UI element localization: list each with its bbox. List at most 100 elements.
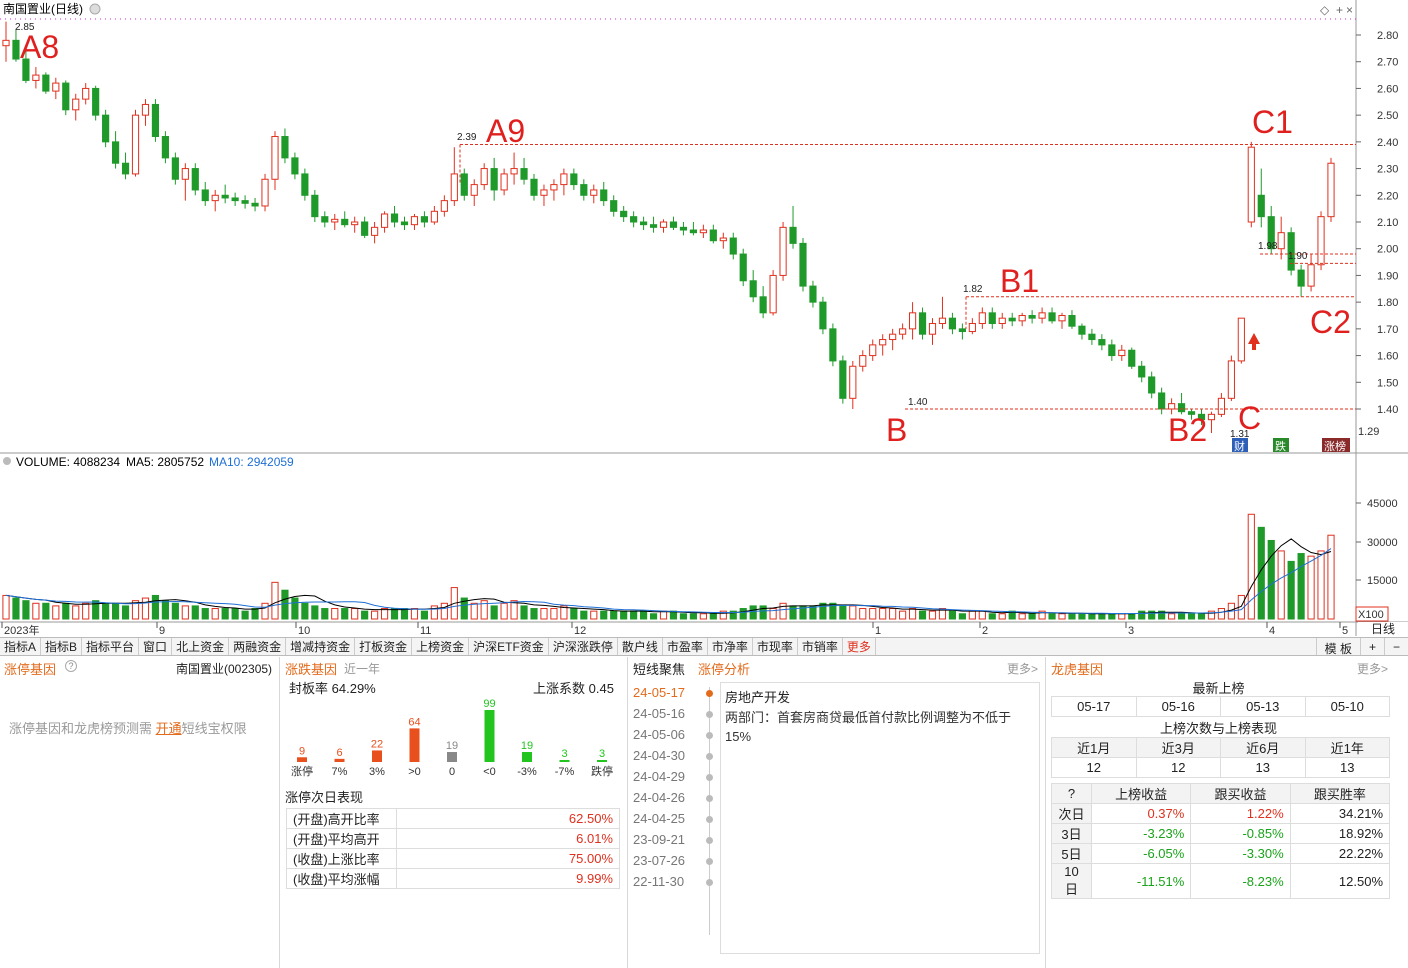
- dist-bar: [559, 760, 570, 762]
- candle-body: [640, 221, 648, 226]
- table-cell: 05-10: [1304, 696, 1390, 717]
- volume-bar: [530, 608, 538, 620]
- tab-3[interactable]: 窗口: [139, 638, 173, 655]
- tab-16[interactable]: 更多: [843, 638, 876, 655]
- date-item[interactable]: 24-04-26: [633, 790, 685, 805]
- date-item[interactable]: 24-05-16: [633, 706, 685, 721]
- candle-body: [241, 200, 249, 204]
- tab-10[interactable]: 沪深涨跌停: [549, 638, 618, 655]
- table-row: 近1月 近3月 近6月 近1年: [1051, 737, 1390, 758]
- tab-5[interactable]: 两融资金: [229, 638, 287, 655]
- performance-table: ? 上榜收益 跟买收益 跟买胜率 次日 0.37% 1.22% 34.21% 3日 -3.23% -…: [1051, 783, 1391, 899]
- candle-body: [928, 323, 937, 335]
- volume-settings-icon[interactable]: [3, 457, 11, 465]
- notice-text: 涨停基因和龙虎榜预测需: [9, 721, 156, 736]
- volume-bar: [659, 610, 668, 620]
- volume-bar: [331, 608, 339, 620]
- tab-15[interactable]: 市销率: [798, 638, 843, 655]
- volume-bar: [580, 610, 588, 620]
- volume-bar: [82, 602, 90, 620]
- date-item[interactable]: 22-11-30: [633, 874, 684, 889]
- candle-body: [600, 189, 608, 202]
- tab-11[interactable]: 散户线: [618, 638, 663, 655]
- row-label: (收盘)平均涨幅: [286, 868, 397, 889]
- candle-body: [221, 194, 229, 199]
- help-icon[interactable]: ?: [65, 660, 77, 672]
- volume-bars: [2, 513, 1335, 620]
- period-selector[interactable]: 日线: [1358, 622, 1408, 637]
- volume-bar: [649, 613, 658, 620]
- tab-1[interactable]: 指标B: [41, 638, 83, 655]
- tab-6[interactable]: 增减持资金: [286, 638, 356, 655]
- volume-bar: [600, 610, 608, 620]
- volume-bar: [640, 610, 648, 620]
- seal-rate-value: 64.29%: [331, 681, 376, 696]
- date-item[interactable]: 24-04-29: [633, 769, 685, 784]
- tab-0[interactable]: 指标A: [0, 638, 42, 655]
- tab-7[interactable]: 打板资金: [355, 638, 413, 655]
- date-item[interactable]: 23-07-26: [633, 853, 685, 868]
- candle-body: [1307, 264, 1315, 287]
- dist-value: 3: [561, 748, 567, 760]
- diamond-icon[interactable]: ◇: [1320, 3, 1330, 17]
- tab-controls: 模 板 + −: [1315, 638, 1408, 656]
- tab-2[interactable]: 指标平台: [82, 638, 140, 655]
- panel4-title: 龙虎基因: [1051, 662, 1104, 677]
- volume-tick: 30000: [1367, 537, 1398, 549]
- date-item[interactable]: 24-04-30: [633, 748, 685, 763]
- candle-body: [520, 168, 528, 180]
- tab-control-1[interactable]: +: [1359, 638, 1384, 655]
- date-item[interactable]: 24-05-06: [633, 727, 685, 742]
- candle-body: [869, 344, 877, 357]
- volume-bar: [102, 602, 110, 620]
- tab-13[interactable]: 市净率: [708, 638, 753, 655]
- date-item[interactable]: 23-09-21: [633, 832, 685, 847]
- dist-label: 3%: [369, 766, 385, 778]
- tab-4[interactable]: 北上资金: [172, 638, 230, 655]
- volume-bar: [908, 608, 917, 620]
- more-link[interactable]: 更多>: [1357, 660, 1388, 677]
- tab-short-focus[interactable]: 短线聚焦: [633, 659, 685, 678]
- volume-bar: [1098, 613, 1106, 620]
- tab-control-0[interactable]: 模 板: [1315, 638, 1360, 656]
- table-cell: 34.21%: [1289, 803, 1391, 824]
- date-item[interactable]: 24-05-17: [633, 685, 685, 700]
- open-link[interactable]: 开通: [156, 721, 182, 736]
- stock-name-code: 南国置业(002305): [176, 662, 273, 676]
- volume-bar: [281, 589, 289, 620]
- kline-chart[interactable]: 2.80 2.70 2.60 2.50 2.40 2.30 2.20 2.10 2.00 1.90…: [0, 0, 1408, 636]
- volume-bar: [52, 605, 60, 620]
- tab-14[interactable]: 市现率: [753, 638, 798, 655]
- date-item[interactable]: 24-04-25: [633, 811, 685, 826]
- candle-body: [1317, 216, 1325, 266]
- volume-bar: [1168, 613, 1176, 620]
- volume-bar: [22, 600, 30, 620]
- volume-bar: [739, 608, 747, 620]
- more-link[interactable]: 更多>: [1007, 660, 1038, 677]
- tab-12[interactable]: 市盈率: [663, 638, 708, 655]
- candle-body: [540, 189, 548, 196]
- topic: 房地产开发: [725, 690, 791, 705]
- candle-body: [779, 226, 787, 276]
- volume-bar: [371, 610, 379, 620]
- settings-icon[interactable]: [89, 3, 101, 15]
- volume-bar: [899, 610, 907, 620]
- candle-body: [460, 173, 468, 196]
- volume-bar: [311, 605, 319, 620]
- candle-body: [1227, 360, 1235, 399]
- rise-coef: 上涨系数 0.45: [533, 678, 614, 697]
- tab-zhangting-analysis[interactable]: 涨停分析: [698, 659, 750, 678]
- latest-dates-table: 05-17 05-16 05-13 05-10: [1051, 696, 1390, 717]
- candle-body: [82, 87, 90, 100]
- tab-8[interactable]: 上榜资金: [412, 638, 470, 655]
- candle-body: [889, 333, 897, 341]
- tab-control-2[interactable]: −: [1383, 638, 1408, 655]
- volume-bar: [689, 613, 697, 620]
- price-label: 2.85: [15, 22, 35, 33]
- expand-icon[interactable]: +: [1336, 3, 1343, 17]
- table-cell: -0.85%: [1190, 823, 1291, 844]
- tab-9[interactable]: 沪深ETF资金: [469, 638, 549, 655]
- close-icon[interactable]: ×: [1346, 3, 1353, 17]
- dist-bar: [409, 728, 420, 762]
- candle-body: [261, 178, 269, 207]
